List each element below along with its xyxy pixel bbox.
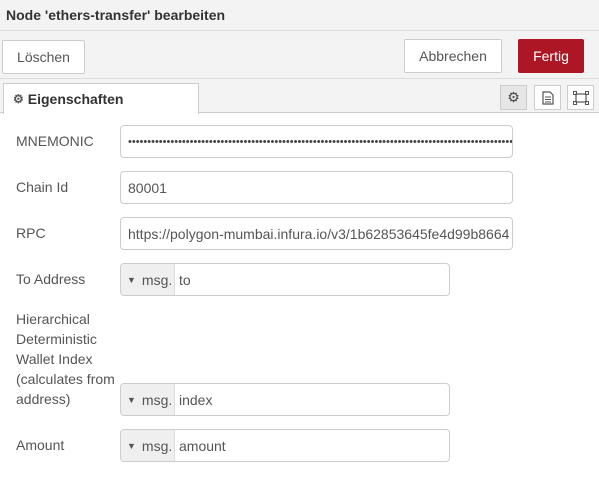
hd-index-type-select[interactable]: ▼ msg.: [121, 384, 175, 415]
hd-index-label-line: Deterministic: [16, 331, 97, 347]
description-tab-button[interactable]: [534, 85, 561, 110]
hd-index-type-label: msg.: [141, 391, 173, 408]
gear-icon: ⚙: [13, 92, 24, 106]
cancel-button[interactable]: Abbrechen: [404, 39, 502, 73]
rpc-field[interactable]: https://polygon-mumbai.infura.io/v3/1b62…: [120, 217, 513, 250]
dialog-titlebar: Node 'ethers-transfer' bearbeiten: [0, 0, 599, 31]
caret-down-icon: ▼: [127, 394, 136, 405]
settings-tab-button[interactable]: ⚙: [500, 85, 527, 110]
chain-id-field[interactable]: 80001: [120, 171, 513, 204]
frame-icon: [572, 90, 589, 105]
caret-down-icon: ▼: [127, 274, 136, 285]
rpc-label: RPC: [16, 225, 46, 241]
dialog-title: Node 'ethers-transfer' bearbeiten: [6, 7, 226, 23]
done-button[interactable]: Fertig: [518, 39, 584, 73]
amount-typed-input[interactable]: ▼ msg. amount: [120, 429, 450, 462]
tab-properties[interactable]: ⚙ Eigenschaften: [3, 83, 199, 114]
chain-id-value: 80001: [128, 179, 167, 196]
to-address-type-label: msg.: [141, 271, 173, 288]
mnemonic-value: ••••••••••••••••••••••••••••••••••••••••…: [128, 135, 513, 148]
hd-index-typed-input[interactable]: ▼ msg. index: [120, 383, 450, 416]
to-address-value[interactable]: to: [175, 264, 191, 295]
tab-properties-label: Eigenschaften: [27, 91, 124, 107]
hd-index-value[interactable]: index: [175, 384, 212, 415]
document-icon: [541, 90, 554, 105]
to-address-typed-input[interactable]: ▼ msg. to: [120, 263, 450, 296]
amount-value[interactable]: amount: [175, 430, 226, 461]
gear-icon: ⚙: [507, 89, 520, 105]
hd-index-label-line: (calculates from: [16, 371, 115, 387]
hd-index-label: Hierarchical Deterministic Wallet Index …: [16, 309, 115, 409]
rpc-value: https://polygon-mumbai.infura.io/v3/1b62…: [128, 225, 510, 242]
hd-index-label-line: Wallet Index: [16, 351, 93, 367]
to-address-label: To Address: [16, 271, 86, 287]
dialog-button-bar: Löschen Abbrechen Fertig: [0, 31, 599, 79]
amount-type-select[interactable]: ▼ msg.: [121, 430, 175, 461]
appearance-tab-button[interactable]: [567, 85, 594, 110]
to-address-type-select[interactable]: ▼ msg.: [121, 264, 175, 295]
delete-button[interactable]: Löschen: [2, 40, 85, 74]
mnemonic-field[interactable]: ••••••••••••••••••••••••••••••••••••••••…: [120, 125, 513, 158]
chain-id-label: Chain Id: [16, 179, 69, 195]
amount-type-label: msg.: [141, 437, 173, 454]
caret-down-icon: ▼: [127, 440, 136, 451]
amount-label: Amount: [16, 437, 65, 453]
hd-index-label-line: address): [16, 391, 71, 407]
mnemonic-label: MNEMONIC: [16, 133, 94, 149]
hd-index-label-line: Hierarchical: [16, 311, 90, 327]
